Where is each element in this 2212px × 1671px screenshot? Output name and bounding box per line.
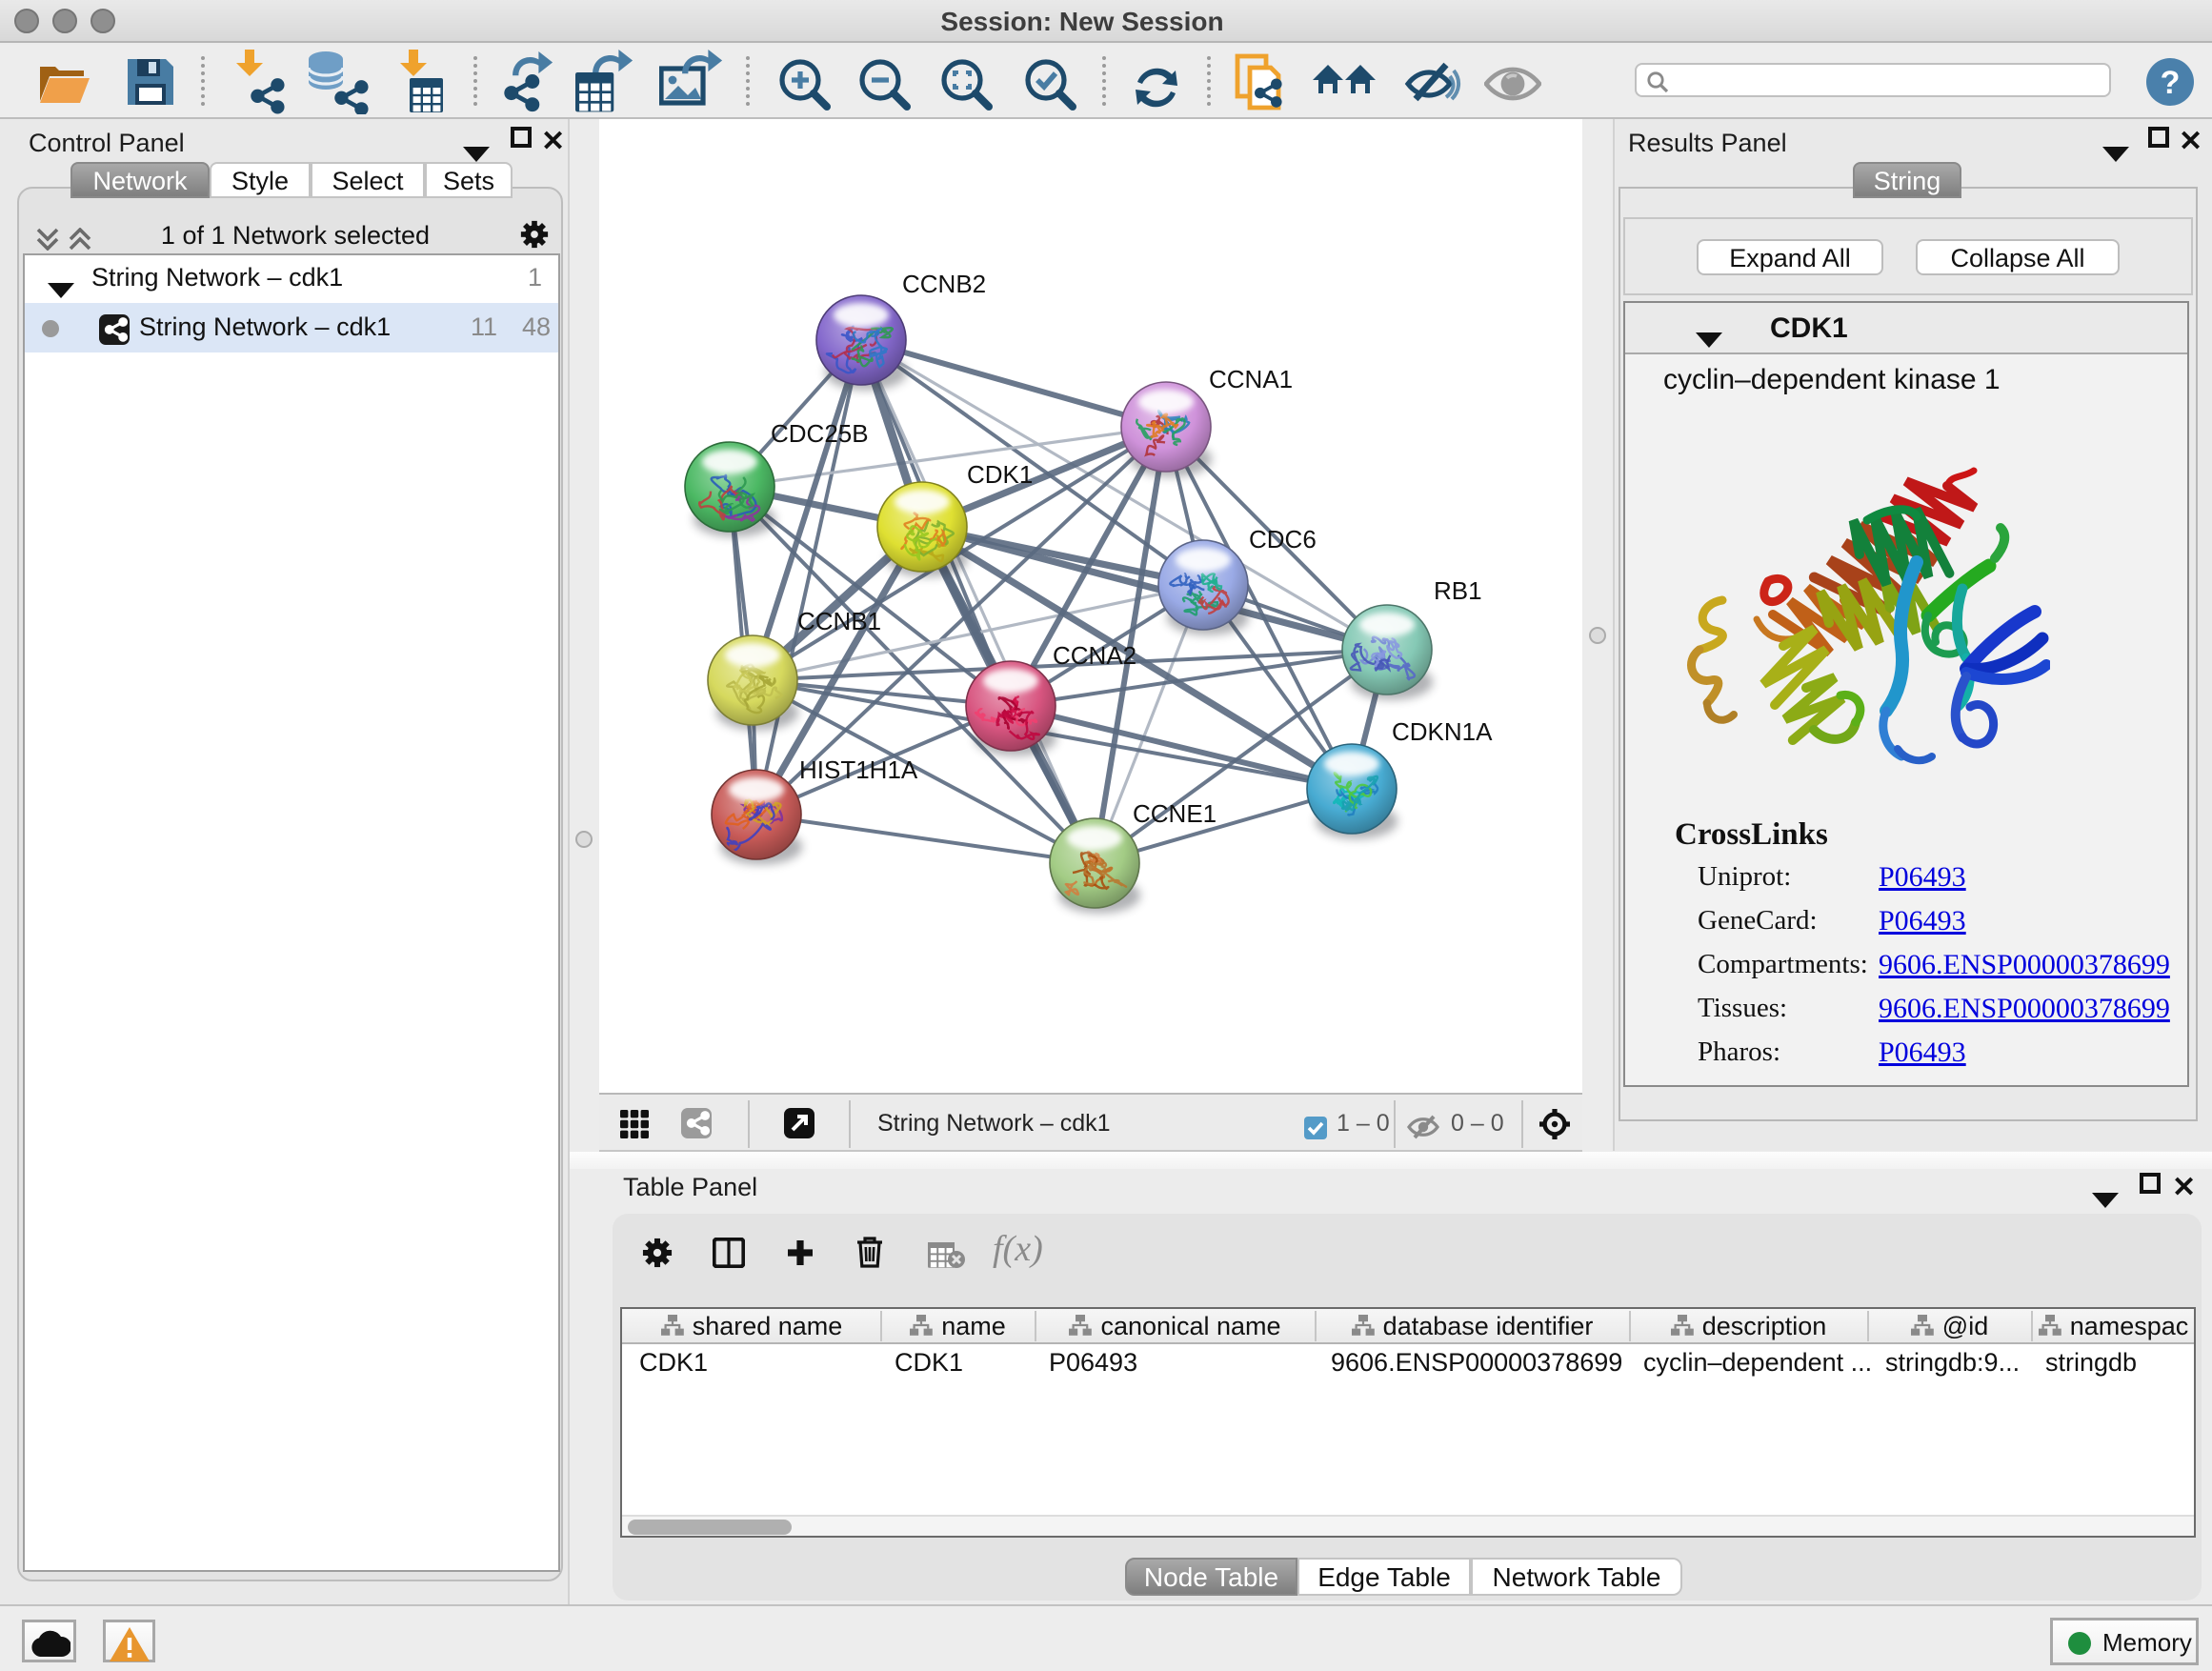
svg-text:HIST1H1A: HIST1H1A: [799, 755, 918, 784]
svg-text:CCNE1: CCNE1: [1133, 799, 1217, 828]
svg-text:CCNB1: CCNB1: [797, 607, 881, 635]
svg-text:RB1: RB1: [1434, 576, 1482, 605]
svg-text:CCNA2: CCNA2: [1053, 641, 1136, 670]
svg-text:CDKN1A: CDKN1A: [1392, 717, 1493, 746]
svg-text:CCNA1: CCNA1: [1209, 365, 1293, 393]
svg-text:CDC25B: CDC25B: [771, 419, 869, 448]
svg-text:?: ?: [2161, 65, 2181, 101]
svg-text:CDK1: CDK1: [967, 460, 1033, 489]
svg-text:CCNB2: CCNB2: [902, 270, 986, 298]
svg-text:CDC6: CDC6: [1249, 525, 1317, 554]
